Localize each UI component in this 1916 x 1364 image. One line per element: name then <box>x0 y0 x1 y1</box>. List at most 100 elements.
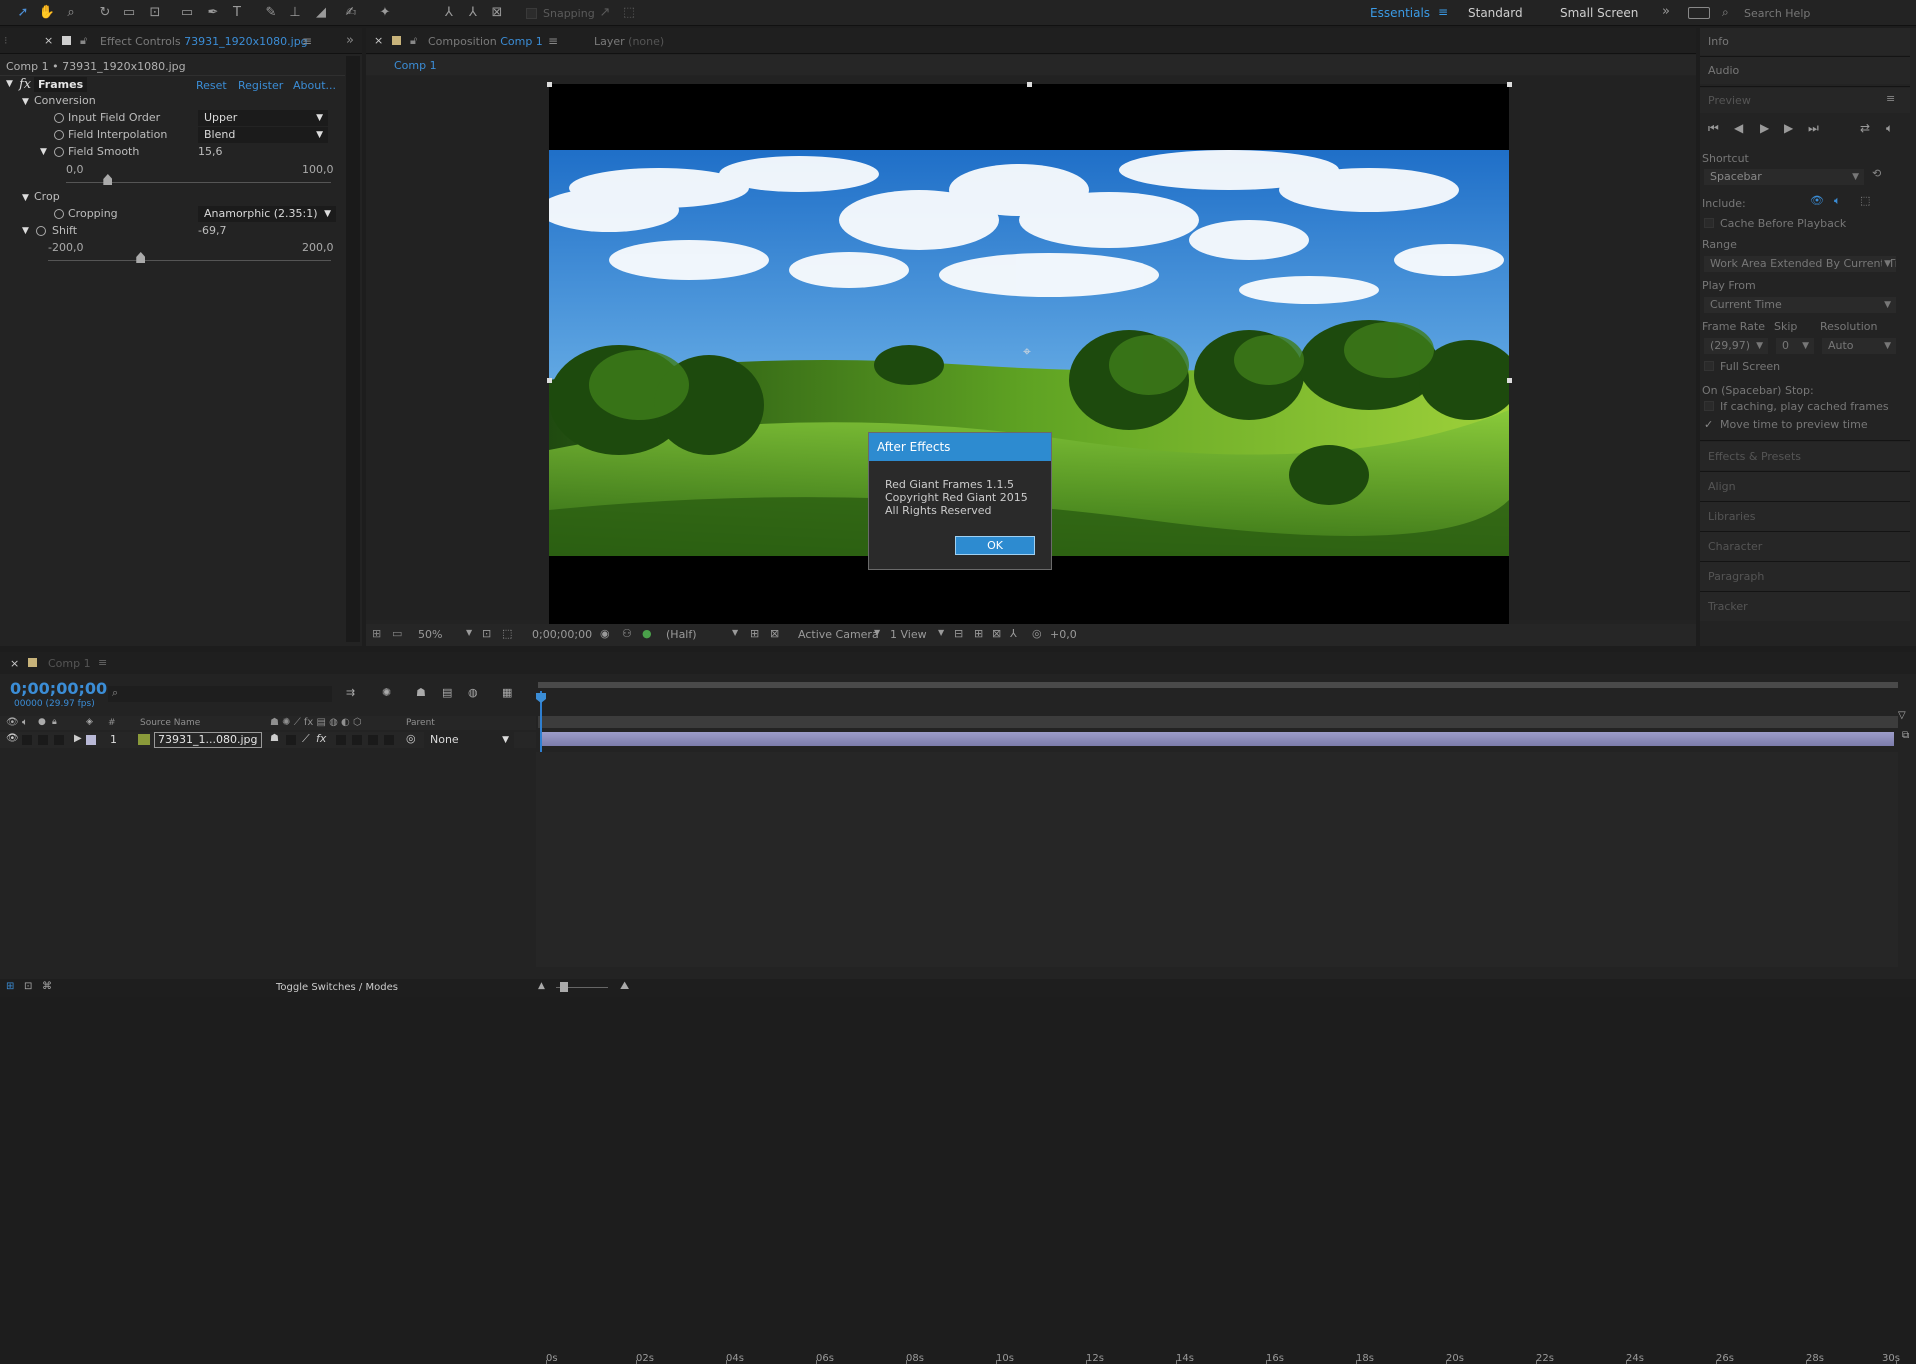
previous-frame-icon[interactable]: ◀ <box>1734 121 1743 135</box>
if-caching-checkbox[interactable] <box>1704 401 1714 411</box>
tab-comp-1[interactable]: Comp 1 <box>48 657 91 670</box>
libraries-panel-header[interactable]: Libraries <box>1700 502 1910 531</box>
snapping-checkbox[interactable] <box>526 8 537 19</box>
last-frame-icon[interactable]: ⏭ <box>1808 121 1819 136</box>
pen-tool-icon[interactable]: ✒ <box>204 4 222 22</box>
full-screen-checkbox[interactable] <box>1704 361 1714 371</box>
frame-blend-switch[interactable] <box>336 735 346 745</box>
resolution-dropdown[interactable]: Auto ▼ <box>1822 338 1896 354</box>
close-tab-icon[interactable]: × <box>374 34 383 47</box>
snapshot-icon[interactable]: ◉ <box>600 627 610 640</box>
first-frame-icon[interactable]: ⏮ <box>1708 121 1719 136</box>
lock-icon[interactable]: 🔓︎ <box>80 34 87 48</box>
rectangle-tool-icon[interactable]: ▭ <box>178 4 196 22</box>
audio-toggle[interactable] <box>22 735 32 745</box>
effect-switch-icon[interactable]: fx <box>316 732 326 745</box>
stopwatch-icon[interactable] <box>54 209 64 219</box>
zoom-in-icon[interactable]: ⛰ <box>620 979 629 993</box>
parent-column-header[interactable]: Parent <box>406 718 435 728</box>
camera-tool-icon[interactable]: ▭ <box>120 4 138 22</box>
3d-layer-switch[interactable] <box>384 735 394 745</box>
flowchart-icon[interactable]: ⅄ <box>1010 627 1017 640</box>
shift-disclosure[interactable]: ▼ <box>22 226 29 236</box>
brush-tool-icon[interactable]: ✎ <box>262 4 280 22</box>
camera-dropdown[interactable]: Active Camera <box>798 628 879 641</box>
rotation-tool-icon[interactable]: ↻ <box>96 4 114 22</box>
shy-switch-icon[interactable]: ☗ <box>270 733 279 744</box>
toggle-pixel-aspect-icon[interactable]: ⊟ <box>954 627 963 640</box>
zoom-dropdown[interactable]: 50% <box>418 628 442 641</box>
cropping-dropdown[interactable]: Anamorphic (2.35:1) ▼ <box>198 206 336 222</box>
character-panel-header[interactable]: Character <box>1700 532 1910 561</box>
pan-behind-tool-icon[interactable]: ⊡ <box>146 4 164 22</box>
chevron-down-icon[interactable]: ▼ <box>732 628 738 637</box>
axis-view-icon[interactable]: ⊠ <box>488 4 506 22</box>
conversion-disclosure[interactable]: ▼ <box>22 97 29 107</box>
reset-link[interactable]: Reset <box>196 79 227 92</box>
toggle-switches-modes[interactable]: Toggle Switches / Modes <box>276 982 398 993</box>
shift-slider-track[interactable] <box>48 260 331 261</box>
motion-blur-icon[interactable]: ◍ <box>468 686 478 699</box>
layer-row[interactable]: 👁︎ ▶ 1 73931_1...080.jpg ☗ ⟋ fx ◎ None ▼ <box>0 732 536 748</box>
cache-before-playback-checkbox[interactable] <box>1704 218 1714 228</box>
panel-menu-icon[interactable]: ≡ <box>98 656 107 669</box>
shift-slider-knob[interactable] <box>136 252 146 263</box>
in-out-icon[interactable]: ⌘ <box>42 981 52 992</box>
quality-switch-icon[interactable]: ⟋ <box>302 732 310 746</box>
grid-overlay-icon[interactable]: ⊡ <box>482 627 491 640</box>
lock-icon[interactable]: 🔓︎ <box>410 34 417 48</box>
hand-tool-icon[interactable]: ✋ <box>38 4 56 22</box>
frame-blending-icon[interactable]: ▤ <box>442 686 452 699</box>
chevron-down-icon[interactable]: ▼ <box>874 628 880 637</box>
frame-rate-dropdown[interactable]: (29,97) ▼ <box>1704 338 1768 354</box>
always-preview-icon[interactable]: ⊞ <box>372 627 381 640</box>
video-toggle-icon[interactable]: 👁︎ <box>6 717 19 728</box>
range-dropdown[interactable]: Work Area Extended By Current Ti ▼ <box>1704 256 1896 272</box>
audio-toggle-icon[interactable]: 🔈︎ <box>22 717 28 728</box>
panel-menu-icon[interactable]: ≡ <box>548 34 558 48</box>
views-dropdown[interactable]: 1 View <box>890 628 927 641</box>
timeline-track-area[interactable] <box>536 752 1898 967</box>
include-overlays-icon[interactable]: ⬚ <box>1860 194 1870 207</box>
include-audio-icon[interactable]: 🔈︎ <box>1834 194 1841 208</box>
play-from-dropdown[interactable]: Current Time ▼ <box>1704 297 1896 313</box>
fast-previews-icon[interactable]: ⊞ <box>750 627 759 640</box>
play-icon[interactable]: ▶ <box>1760 121 1769 135</box>
snap-features-icon[interactable]: ⬚ <box>620 4 638 22</box>
anchor-point-icon[interactable]: ⌖ <box>1023 344 1031 360</box>
timeline-search-input[interactable]: ⌕ <box>108 686 332 702</box>
current-time-display[interactable]: 0;00;00;00 <box>532 628 592 641</box>
source-name-column-header[interactable]: Source Name <box>140 718 200 728</box>
field-smooth-value[interactable]: 15,6 <box>198 143 223 160</box>
lock-icon[interactable]: 🔒︎ <box>52 717 57 727</box>
type-tool-icon[interactable]: T <box>228 4 246 22</box>
layer-handle[interactable] <box>1027 82 1032 87</box>
resolution-dropdown[interactable]: (Half) <box>666 628 697 641</box>
reset-exposure-icon[interactable]: ◎ <box>1032 627 1042 640</box>
shortcut-dropdown[interactable]: Spacebar ▼ <box>1704 169 1864 185</box>
zoom-tool-icon[interactable]: ⌕ <box>62 4 80 22</box>
tracker-panel-header[interactable]: Tracker <box>1700 592 1910 621</box>
label-icon[interactable]: ◈ <box>86 717 93 727</box>
stopwatch-icon[interactable] <box>54 130 64 140</box>
close-tab-icon[interactable]: × <box>10 657 19 670</box>
current-time[interactable]: 0;00;00;00 <box>10 679 107 698</box>
fast-preview-icon[interactable]: ⊞ <box>974 627 983 640</box>
axis-local-icon[interactable]: ⅄ <box>440 4 458 22</box>
input-field-order-dropdown[interactable]: Upper ▼ <box>198 110 328 126</box>
skip-dropdown[interactable]: 0 ▼ <box>1776 338 1814 354</box>
timeline-icon[interactable]: ⊠ <box>992 627 1001 640</box>
fx-icon[interactable]: fx <box>19 77 31 92</box>
stopwatch-icon[interactable] <box>54 113 64 123</box>
zoom-out-icon[interactable]: ▲ <box>538 981 545 991</box>
comp-mini-flowchart-icon[interactable]: ⇉ <box>346 686 355 699</box>
work-area-bar[interactable] <box>538 682 1898 688</box>
workspace-essentials[interactable]: Essentials <box>1370 6 1430 20</box>
solo-icon[interactable]: ● <box>38 717 46 727</box>
chevron-down-icon[interactable]: ▼ <box>466 628 472 637</box>
parent-dropdown[interactable]: None ▼ <box>424 732 514 748</box>
workspace-menu-icon[interactable]: ≡ <box>1438 5 1448 19</box>
close-tab-icon[interactable]: × <box>44 34 53 47</box>
lock-toggle[interactable] <box>54 735 64 745</box>
roto-brush-tool-icon[interactable]: ✍ <box>342 4 360 22</box>
